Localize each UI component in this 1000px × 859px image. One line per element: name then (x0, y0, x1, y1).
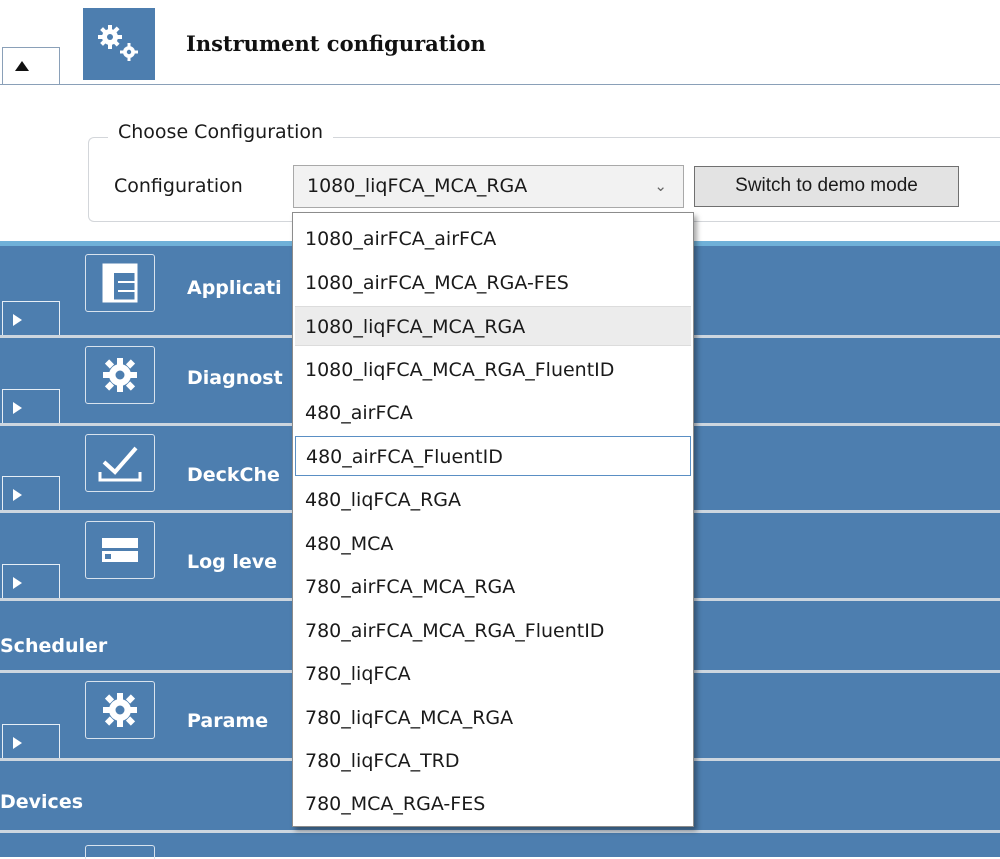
dropdown-option[interactable]: 780_airFCA_MCA_RGA (295, 567, 691, 607)
dropdown-option[interactable]: 780_airFCA_MCA_RGA_FluentID (295, 611, 691, 651)
gear-icon (85, 681, 155, 739)
triangle-up-icon (15, 61, 29, 71)
section-label-devices: Devices (0, 791, 84, 813)
triangle-right-icon (13, 314, 22, 326)
group-title: Choose Configuration (108, 121, 334, 143)
header-expander[interactable] (2, 47, 60, 85)
configuration-select-value: 1080_liqFCA_MCA_RGA (307, 175, 528, 197)
configuration-label: Configuration (114, 175, 243, 197)
dropdown-option[interactable]: 780_liqFCA (295, 654, 691, 694)
expander-diagnostics[interactable] (2, 389, 60, 423)
gears-icon (83, 8, 155, 80)
triangle-right-icon (13, 737, 22, 749)
dropdown-option[interactable]: 1080_airFCA_airFCA (295, 219, 691, 259)
row-label-application: Applicati (187, 277, 282, 299)
header-divider (0, 84, 1000, 85)
log-level-icon (85, 521, 155, 579)
triangle-right-icon (13, 489, 22, 501)
configuration-select[interactable]: 1080_liqFCA_MCA_RGA ⌄ (293, 165, 684, 208)
configuration-dropdown-list[interactable]: 1080_airFCA_airFCA 1080_airFCA_MCA_RGA-F… (292, 212, 694, 827)
section-label-scheduler: Scheduler (0, 635, 108, 657)
dropdown-option[interactable]: 780_MCA_RGA-FES (295, 784, 691, 824)
triangle-right-icon (13, 402, 22, 414)
application-layout-icon (85, 254, 155, 312)
row-label-deckcheck: DeckChe (187, 464, 280, 486)
dropdown-option[interactable]: 480_liqFCA_RGA (295, 480, 691, 520)
dropdown-option[interactable]: 480_airFCA (295, 393, 691, 433)
checkmark-icon (85, 434, 155, 492)
dropdown-option-selected[interactable]: 1080_liqFCA_MCA_RGA (295, 306, 691, 346)
gear-icon (85, 346, 155, 404)
dropdown-option[interactable]: 1080_liqFCA_MCA_RGA_FluentID (295, 350, 691, 390)
row-label-diagnostics: Diagnost (187, 367, 283, 389)
panel-row-partial[interactable] (0, 833, 1000, 859)
dropdown-option[interactable]: 480_MCA (295, 524, 691, 564)
expander-application[interactable] (2, 301, 60, 335)
dropdown-option[interactable]: 780_liqFCA_TRD (295, 741, 691, 781)
page-title: Instrument configuration (186, 31, 486, 56)
expander-deckcheck[interactable] (2, 476, 60, 510)
chevron-down-icon: ⌄ (654, 177, 667, 195)
expander-log-level[interactable] (2, 564, 60, 598)
row-label-log-level: Log leve (187, 551, 278, 573)
dropdown-option[interactable]: 1080_airFCA_MCA_RGA-FES (295, 263, 691, 303)
dropdown-option-focused[interactable]: 480_airFCA_FluentID (295, 436, 691, 476)
switch-to-demo-mode-button[interactable]: Switch to demo mode (694, 166, 959, 207)
row-label-parameters: Parame (187, 710, 269, 732)
expander-parameters[interactable] (2, 724, 60, 758)
dropdown-option[interactable]: 780_liqFCA_MCA_RGA (295, 698, 691, 738)
triangle-right-icon (13, 577, 22, 589)
